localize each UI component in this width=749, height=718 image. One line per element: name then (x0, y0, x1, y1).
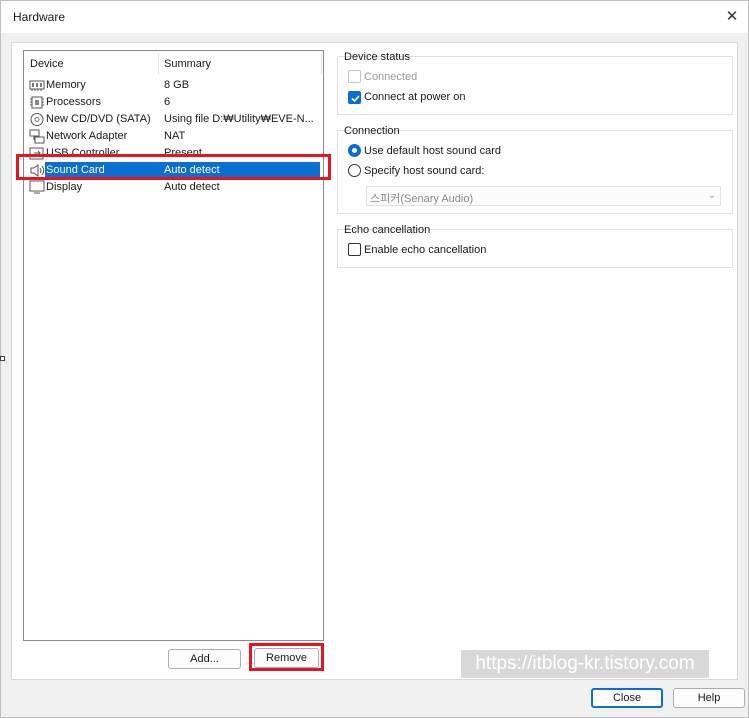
device-row-cd-dvd[interactable]: New CD/DVD (SATA) Using file D:₩Utility₩… (24, 111, 323, 128)
resize-grip[interactable] (0, 356, 5, 361)
network-adapter-icon (29, 129, 45, 144)
close-button[interactable]: Close (591, 688, 663, 708)
processor-icon (30, 96, 44, 109)
remove-annotation-box (249, 643, 324, 671)
help-button[interactable]: Help (673, 688, 745, 708)
device-summary: 8 GB (164, 79, 190, 91)
window-title: Hardware (13, 10, 66, 24)
enable-echo-cancellation-checkbox[interactable] (348, 243, 361, 256)
connection-title: Connection (344, 125, 400, 137)
device-row-network-adapter[interactable]: Network Adapter NAT (24, 128, 323, 145)
enable-echo-cancellation-label: Enable echo cancellation (364, 244, 487, 256)
column-separator[interactable] (321, 54, 322, 74)
device-summary: NAT (164, 130, 186, 142)
echo-cancellation-title: Echo cancellation (344, 224, 431, 236)
column-header-device[interactable]: Device (30, 58, 64, 70)
device-row-display[interactable]: Display Auto detect (24, 179, 323, 196)
connect-at-power-on-checkbox[interactable] (348, 91, 361, 104)
cd-dvd-icon (30, 113, 44, 126)
use-default-sound-card-radio[interactable] (348, 144, 361, 157)
sound-card-annotation-box (16, 154, 331, 180)
device-summary: Using file D:₩Utility₩EVE-N... (164, 113, 314, 125)
checkmark-icon (351, 95, 360, 103)
device-name: New CD/DVD (SATA) (46, 113, 151, 125)
list-header: Device Summary (24, 51, 323, 75)
device-status-title: Device status (344, 51, 411, 63)
device-summary: Auto detect (164, 181, 220, 193)
device-name: Display (46, 181, 83, 193)
host-sound-card-value: 스피커(Senary Audio) (370, 193, 474, 205)
add-button[interactable]: Add... (168, 649, 241, 669)
device-name: Network Adapter (46, 130, 128, 142)
watermark-text: https://itblog-kr.tistory.com (461, 650, 709, 678)
device-name: Memory (46, 79, 86, 91)
use-default-sound-card-label: Use default host sound card (364, 145, 501, 157)
device-name: Processors (46, 96, 102, 108)
host-sound-card-select[interactable]: 스피커(Senary Audio) ⌄ (366, 186, 721, 206)
close-window-icon[interactable]: ✕ (720, 5, 744, 29)
specify-sound-card-label: Specify host sound card: (364, 165, 485, 177)
device-status-group (337, 56, 733, 115)
device-summary: 6 (164, 96, 171, 108)
device-row-memory[interactable]: Memory 8 GB (24, 77, 323, 94)
connected-label: Connected (364, 71, 418, 83)
connect-at-power-on-label: Connect at power on (364, 91, 466, 103)
specify-sound-card-radio[interactable] (348, 164, 361, 177)
title-bar: Hardware ✕ (1, 1, 748, 33)
connected-checkbox[interactable] (348, 70, 361, 83)
chevron-down-icon: ⌄ (707, 190, 716, 201)
memory-icon (29, 80, 45, 91)
column-separator[interactable] (158, 54, 159, 74)
device-row-processors[interactable]: Processors 6 (24, 94, 323, 111)
device-list[interactable]: Device Summary Memory 8 GB Processors 6 … (23, 50, 324, 641)
display-icon (29, 180, 45, 194)
column-header-summary[interactable]: Summary (164, 58, 211, 70)
